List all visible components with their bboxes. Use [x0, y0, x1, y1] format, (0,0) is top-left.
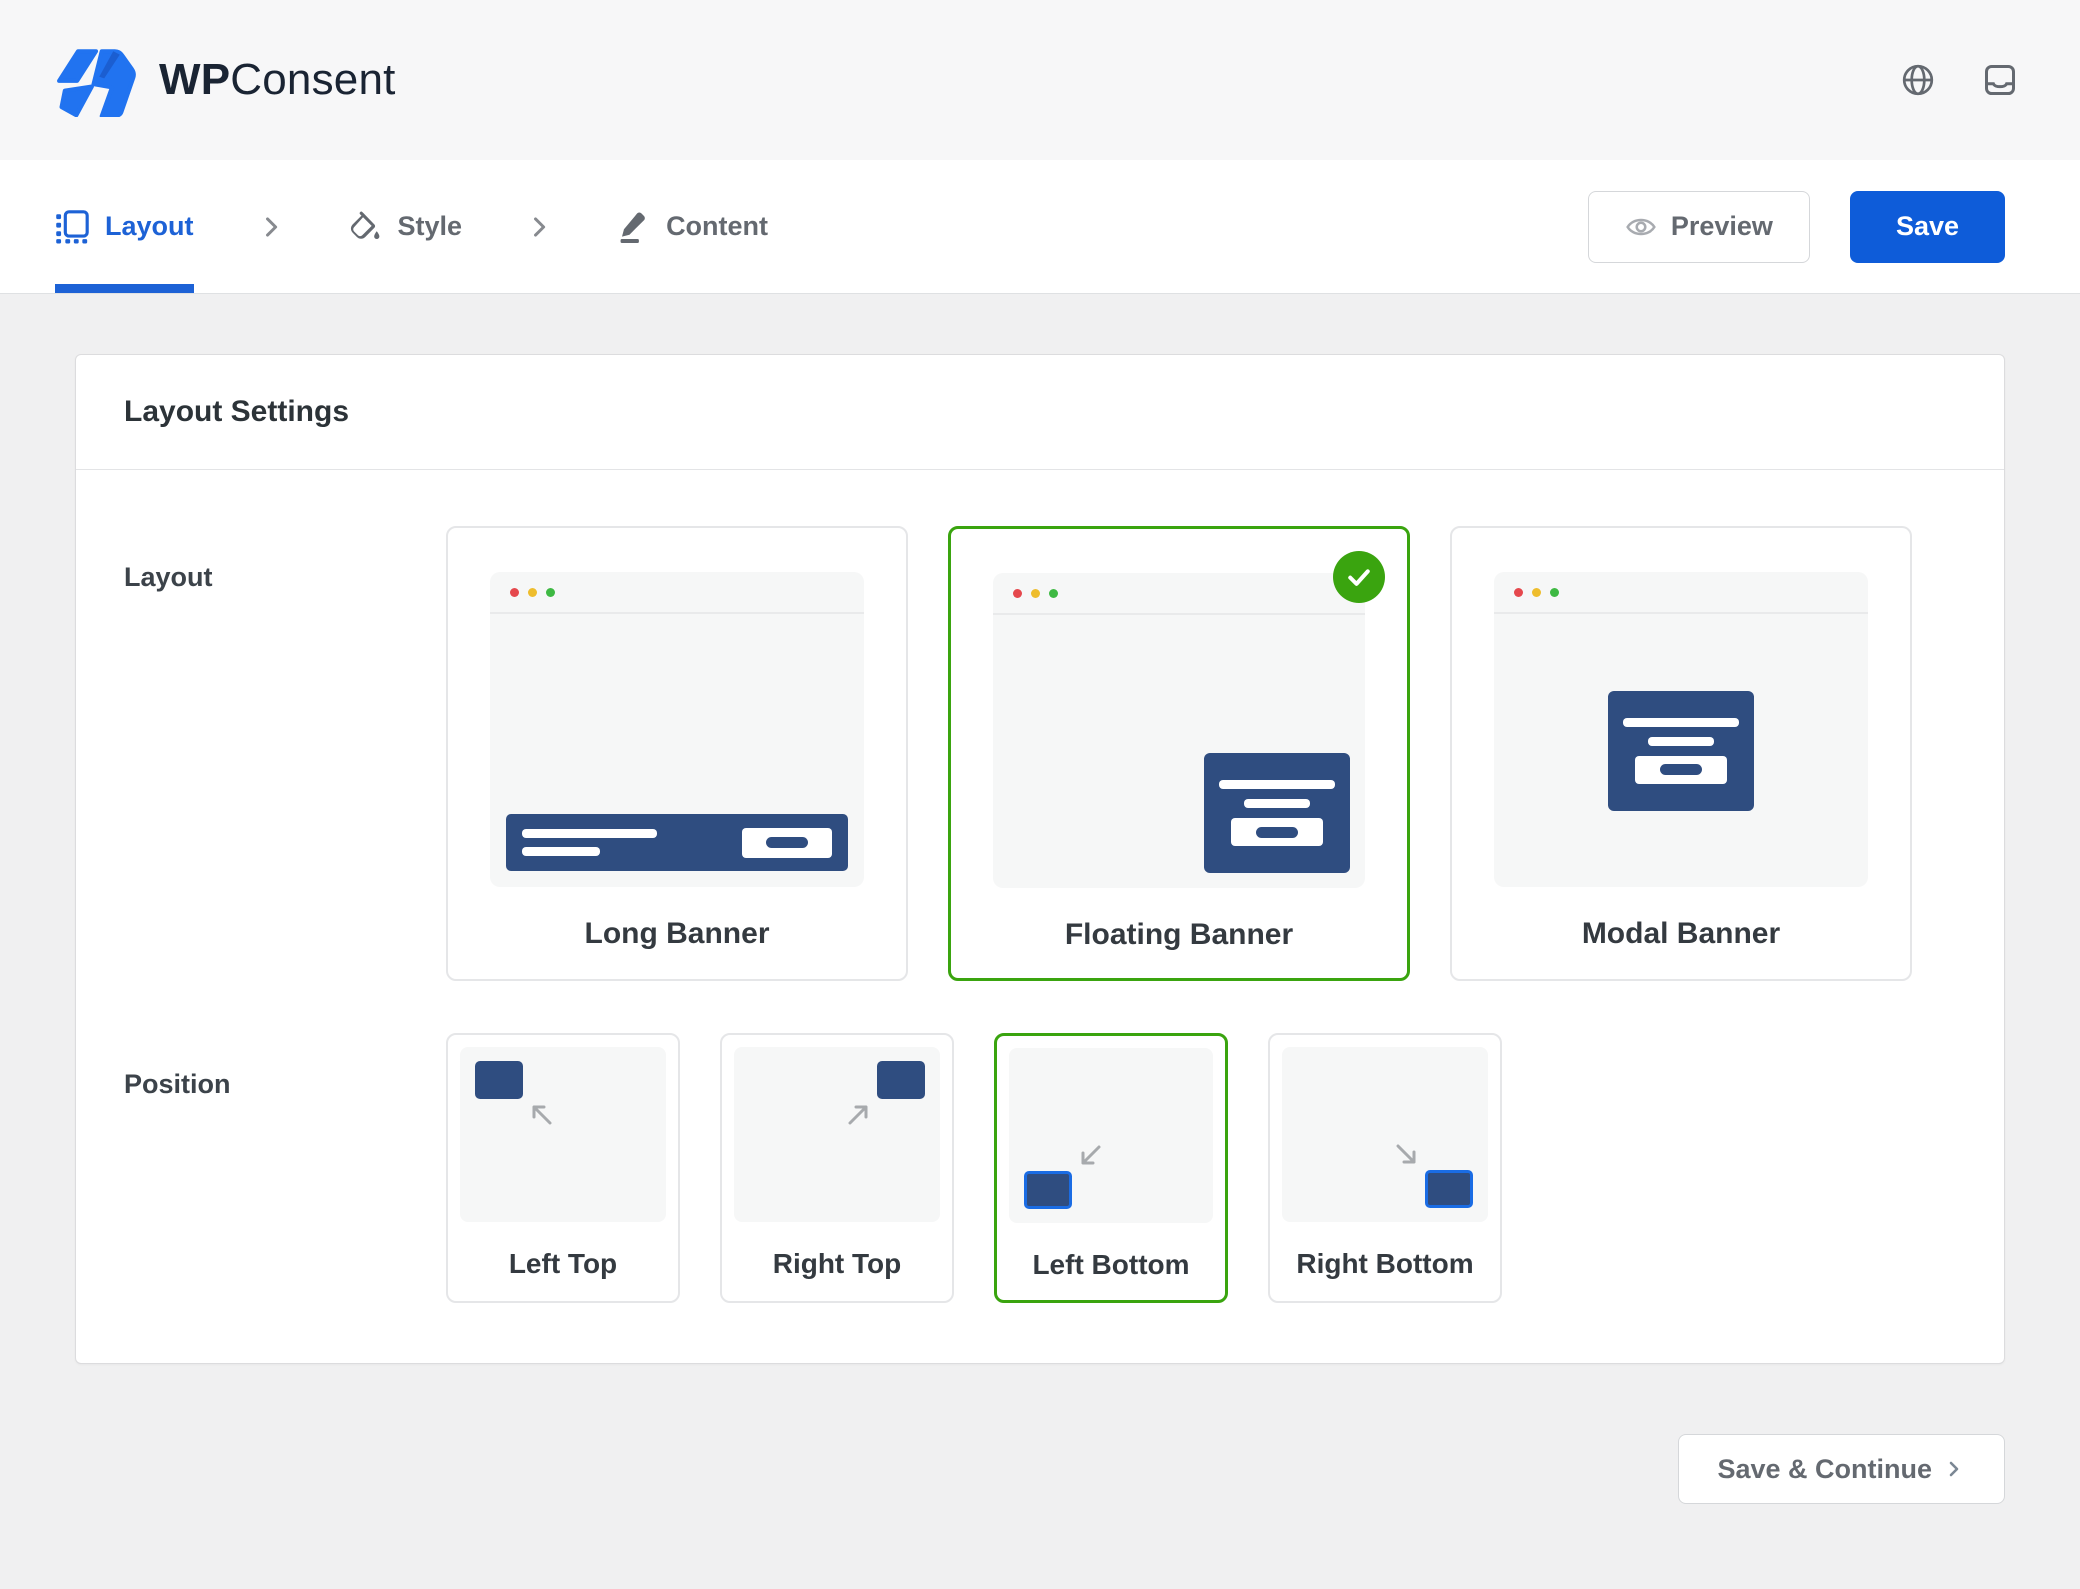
browser-mockup-titlebar: [993, 573, 1365, 615]
save-button-label: Save: [1896, 211, 1959, 242]
tab-style-label: Style: [398, 211, 463, 242]
browser-mockup-body: [993, 615, 1365, 888]
brand-name-bold: WP: [159, 55, 230, 104]
position-mockup: [1282, 1047, 1488, 1222]
chevron-right-icon: [1942, 1457, 1966, 1481]
position-option-label: Left Bottom: [1009, 1249, 1213, 1281]
floating-banner-preview: [1204, 753, 1350, 873]
paint-bucket-icon: [348, 210, 382, 244]
window-dot-yellow: [1031, 589, 1040, 598]
preview-button[interactable]: Preview: [1588, 191, 1810, 263]
browser-mockup: [993, 573, 1365, 888]
window-dot-red: [1514, 588, 1523, 597]
position-option-left-top[interactable]: Left Top: [446, 1033, 680, 1303]
pencil-icon: [616, 210, 650, 244]
app-header: WPConsent: [0, 0, 2080, 160]
layout-row: Layout: [124, 526, 1956, 981]
window-dot-green: [1550, 588, 1559, 597]
window-dot-red: [1013, 589, 1022, 598]
tab-layout[interactable]: Layout: [55, 160, 194, 293]
arrow-down-left-icon: [1073, 1139, 1107, 1173]
banner-position-rect: [877, 1061, 925, 1099]
layout-options: Long Banner: [446, 526, 1912, 981]
layout-icon: [55, 210, 89, 244]
layout-option-label: Long Banner: [585, 917, 770, 951]
selected-check-icon: [1333, 551, 1385, 603]
chevron-right-icon: [256, 212, 286, 242]
layout-option-label: Modal Banner: [1582, 917, 1780, 951]
browser-mockup: [490, 572, 864, 887]
layout-option-floating-banner[interactable]: Floating Banner: [948, 526, 1410, 981]
position-option-label: Right Top: [734, 1248, 940, 1280]
position-option-label: Left Top: [460, 1248, 666, 1280]
wizard-tabbar: Layout Style Content: [0, 160, 2080, 294]
inbox-icon[interactable]: [1982, 62, 2018, 98]
tab-style[interactable]: Style: [348, 160, 463, 293]
position-row: Position Left Top: [124, 1033, 1956, 1303]
preview-button-label: Preview: [1671, 211, 1773, 242]
position-row-label: Position: [124, 1033, 446, 1303]
eye-icon: [1625, 211, 1657, 243]
position-option-right-bottom[interactable]: Right Bottom: [1268, 1033, 1502, 1303]
layout-settings-panel: Layout Settings Layout: [75, 354, 2005, 1364]
brand-name: WPConsent: [159, 55, 396, 105]
wpconsent-logo-icon: [55, 43, 137, 117]
window-dot-yellow: [1532, 588, 1541, 597]
panel-title: Layout Settings: [124, 395, 1956, 429]
arrow-up-right-icon: [842, 1097, 876, 1131]
active-tab-underline: [55, 284, 194, 293]
brand-logo: WPConsent: [55, 43, 396, 117]
arrow-up-left-icon: [524, 1097, 558, 1131]
long-banner-preview: [506, 814, 848, 871]
browser-mockup: [1494, 572, 1868, 887]
banner-position-rect: [475, 1061, 523, 1099]
modal-banner-preview: [1608, 691, 1754, 811]
tab-content[interactable]: Content: [616, 160, 768, 293]
position-mockup: [734, 1047, 940, 1222]
browser-mockup-body: [490, 614, 864, 887]
banner-position-rect: [1425, 1170, 1473, 1208]
window-dot-yellow: [528, 588, 537, 597]
browser-mockup-titlebar: [1494, 572, 1868, 614]
save-and-continue-label: Save & Continue: [1717, 1454, 1932, 1485]
footer-bar: Save & Continue: [75, 1434, 2005, 1504]
save-button[interactable]: Save: [1850, 191, 2005, 263]
tab-content-label: Content: [666, 211, 768, 242]
position-options: Left Top Right Top: [446, 1033, 1502, 1303]
position-mockup: [1009, 1048, 1213, 1223]
save-and-continue-button[interactable]: Save & Continue: [1678, 1434, 2005, 1504]
layout-option-label: Floating Banner: [1065, 918, 1293, 952]
panel-header: Layout Settings: [76, 355, 2004, 470]
chevron-right-icon: [524, 212, 554, 242]
brand-name-rest: Consent: [230, 55, 395, 104]
window-dot-red: [510, 588, 519, 597]
layout-option-modal-banner[interactable]: Modal Banner: [1450, 526, 1912, 981]
layout-option-long-banner[interactable]: Long Banner: [446, 526, 908, 981]
position-option-right-top[interactable]: Right Top: [720, 1033, 954, 1303]
position-option-left-bottom[interactable]: Left Bottom: [994, 1033, 1228, 1303]
position-mockup: [460, 1047, 666, 1222]
layout-row-label: Layout: [124, 526, 446, 981]
browser-mockup-body: [1494, 614, 1868, 887]
banner-position-rect: [1024, 1171, 1072, 1209]
browser-mockup-titlebar: [490, 572, 864, 614]
globe-icon[interactable]: [1900, 62, 1936, 98]
position-option-label: Right Bottom: [1282, 1248, 1488, 1280]
window-dot-green: [546, 588, 555, 597]
window-dot-green: [1049, 589, 1058, 598]
arrow-down-right-icon: [1390, 1138, 1424, 1172]
tab-layout-label: Layout: [105, 211, 194, 242]
